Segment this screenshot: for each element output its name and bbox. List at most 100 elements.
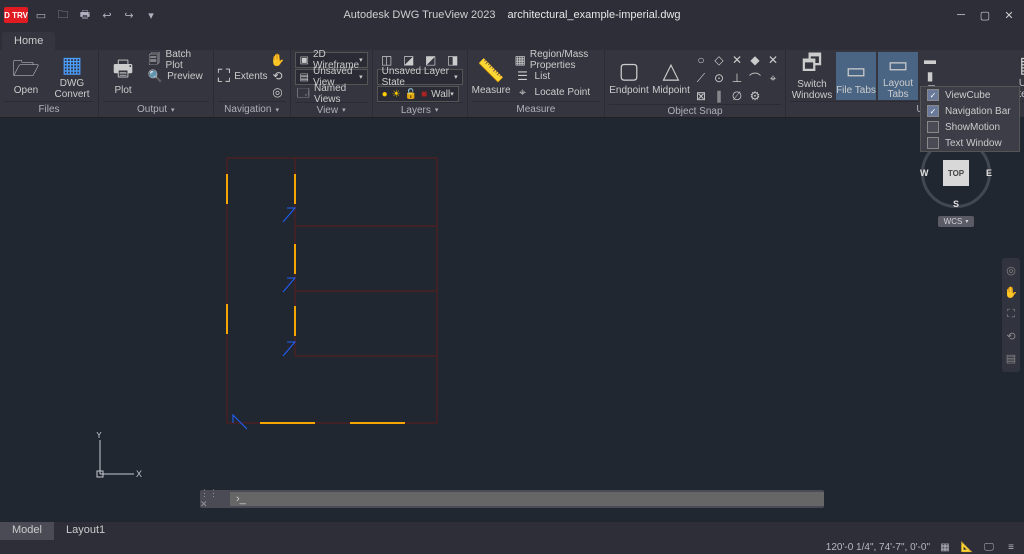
dwg-convert-button[interactable]: ▦ DWG Convert [50,52,94,100]
midpoint-button[interactable]: △ Midpoint [651,52,691,100]
command-input[interactable] [252,492,824,506]
qat-dropdown-icon[interactable]: ▾ [142,6,160,24]
open-folder-icon: 🗁 [12,57,39,85]
menu-showmotion[interactable]: ✓ ShowMotion [921,119,1019,135]
drawing-canvas[interactable]: X Y N S E W TOP WCS▾ ◎ ✋ ⛶ ⟲ ▤ ⋮⋮ ✕ ›_ [0,118,1024,522]
qat-new-icon[interactable]: ▭ [32,6,50,24]
panel-measure: 📏 Measure ▦ Region/Mass Properties ☰ Lis… [468,50,605,117]
locate-button[interactable]: ⌖ Locate Point [513,84,600,100]
preview-button[interactable]: 🔍 Preview [145,68,208,84]
ribbon: 🗁 Open ▦ DWG Convert Files 🖶 Plot 🗐 Batc… [0,50,1024,118]
wcs-badge[interactable]: WCS▾ [938,216,975,227]
panel-osnap-title: Object Snap [667,106,722,117]
panel-layers-title: Layers [401,105,431,116]
nav-wheel-icon[interactable]: ◎ [1004,264,1018,278]
nav-showmotion-icon[interactable]: ▤ [1004,352,1018,366]
menu-textwin[interactable]: ✓ Text Window [921,135,1019,151]
osnap-near-icon[interactable]: ⌖ [765,70,781,86]
osnap-int-icon[interactable]: ✕ [765,52,781,68]
viewcube-east[interactable]: E [986,168,992,178]
region-button[interactable]: ▦ Region/Mass Properties [513,52,600,68]
panel-files: 🗁 Open ▦ DWG Convert Files [0,50,99,117]
menu-viewcube[interactable]: ✓ ViewCube [921,87,1019,103]
dwg-convert-icon: ▦ [62,52,83,78]
pan-icon[interactable]: ✋ [270,52,286,68]
osnap-geo-icon[interactable]: ◇ [711,52,727,68]
osnap-ext-icon[interactable]: ⟋ [693,70,709,86]
ui-dropdown-menu: ✓ ViewCube ✓ Navigation Bar ✓ ShowMotion… [920,86,1020,152]
panel-view: ▣ 2D Wireframe ▾ ▤ Unsaved View ▾ 🗔 Name… [291,50,373,117]
maximize-button[interactable]: ▢ [974,7,996,23]
osnap-node-icon[interactable]: ✕ [729,52,745,68]
viewcube-top-face[interactable]: TOP [943,160,969,186]
file-tabs-button[interactable]: ▭ File Tabs [836,52,876,100]
ruler-icon: 📏 [477,57,504,85]
layout-tabs-button[interactable]: ▭ Layout Tabs [878,52,918,100]
status-menu-icon[interactable]: ≡ [1004,541,1018,553]
osnap-quad-icon[interactable]: ◆ [747,52,763,68]
viewcube[interactable]: N S E W TOP WCS▾ [916,138,996,238]
layer-state-dropdown[interactable]: Unsaved Layer State ▾ [377,69,463,85]
current-layer-dropdown[interactable]: ● ☀ 🔓 ■ Wall ▾ [377,86,459,102]
tab-layout1[interactable]: Layout1 [54,522,117,540]
title-bar: D TRV ▭ 🗀 🖶 ↩ ↪ ▾ Autodesk DWG TrueView … [0,0,1024,30]
checkbox-unchecked-icon: ✓ [927,137,939,149]
extents-button[interactable]: ⛶ Extents [218,52,268,100]
nav-orbit-icon[interactable]: ⟲ [1004,330,1018,344]
close-button[interactable]: ✕ [998,7,1020,23]
status-monitor-icon[interactable]: 🖵 [982,541,996,553]
cmdbar-handle[interactable]: ⋮⋮ ✕ [200,488,228,510]
osnap-ins-icon[interactable]: ⊙ [711,70,727,86]
checkbox-checked-icon: ✓ [927,105,939,117]
list-icon: ☰ [515,68,531,84]
osnap-center-icon[interactable]: ○ [693,52,709,68]
tile-h-icon: ▬ [922,52,938,68]
osnap-perp-icon[interactable]: ⊥ [729,70,745,86]
navigation-bar: ◎ ✋ ⛶ ⟲ ▤ [1002,258,1020,372]
endpoint-icon: ▢ [619,57,640,85]
switch-icon: 🗗 [802,51,823,79]
measure-button[interactable]: 📏 Measure [472,52,511,100]
color-swatch-icon: ■ [421,89,427,100]
batch-plot-icon: 🗐 [147,52,161,68]
status-grid-icon[interactable]: ▦ [938,541,952,553]
checkbox-unchecked-icon: ✓ [927,121,939,133]
orbit-icon[interactable]: ⟲ [270,68,286,84]
viewcube-south[interactable]: S [953,199,959,209]
cube-icon: ▣ [300,55,309,66]
locate-icon: ⌖ [515,84,531,100]
menu-navbar[interactable]: ✓ Navigation Bar [921,103,1019,119]
batch-plot-button[interactable]: 🗐 Batch Plot [145,52,208,68]
switch-windows-button[interactable]: 🗗 Switch Windows [790,52,834,100]
minimize-button[interactable]: ─ [950,7,972,23]
tab-home[interactable]: Home [2,32,55,50]
panel-measure-title: Measure [516,104,555,115]
tile-h-button[interactable]: ▬ [920,52,983,68]
osnap-par-icon[interactable]: ∥ [711,88,727,104]
nav-zoom-icon[interactable]: ⛶ [1004,308,1018,322]
qat-plot-icon[interactable]: 🖶 [76,6,94,24]
wheel-icon[interactable]: ◎ [270,84,286,100]
named-views-button[interactable]: 🗔 Named Views [295,86,368,102]
viewcube-west[interactable]: W [920,168,929,178]
svg-text:Y: Y [96,432,102,440]
qat-open-icon[interactable]: 🗀 [54,6,72,24]
command-line: ⋮⋮ ✕ ›_ [200,490,824,508]
qat-undo-icon[interactable]: ↩ [98,6,116,24]
status-scale-icon[interactable]: 📐 [960,541,974,553]
endpoint-button[interactable]: ▢ Endpoint [609,52,649,100]
plot-icon: 🖶 [113,57,134,85]
filetabs-icon: ▭ [846,57,867,85]
tab-model[interactable]: Model [0,522,54,540]
osnap-none-icon[interactable]: ∅ [729,88,745,104]
plot-button[interactable]: 🖶 Plot [103,52,143,100]
qat-redo-icon[interactable]: ↪ [120,6,138,24]
nav-pan-icon[interactable]: ✋ [1004,286,1018,300]
checkbox-checked-icon: ✓ [927,89,939,101]
list-button[interactable]: ☰ List [513,68,600,84]
osnap-app-icon[interactable]: ⊠ [693,88,709,104]
open-button[interactable]: 🗁 Open [4,52,48,100]
panel-osnap: ▢ Endpoint △ Midpoint ○ ◇ ✕ ◆ ✕ ⟋ ⊙ ⊥ ⌒ … [605,50,786,117]
osnap-set-icon[interactable]: ⚙ [747,88,763,104]
osnap-tan-icon[interactable]: ⌒ [747,70,763,86]
